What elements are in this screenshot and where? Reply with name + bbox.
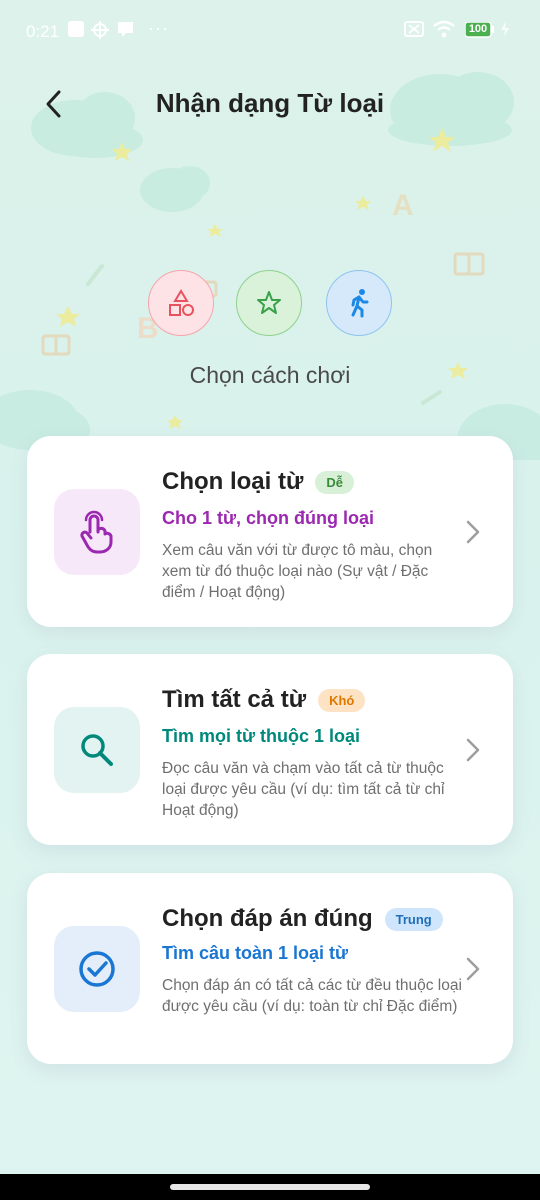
card-subtitle: Tìm câu toàn 1 loại từ bbox=[162, 943, 349, 963]
crosshair-icon bbox=[91, 21, 109, 44]
difficulty-badge-hard: Khó bbox=[318, 688, 366, 712]
star-icon bbox=[257, 291, 281, 314]
card-title-text: Tìm tất cả từ bbox=[162, 686, 307, 713]
card-title: Chọn đáp án đúng Trung bbox=[162, 905, 443, 933]
chevron-right-icon bbox=[466, 957, 480, 981]
choose-mode-heading: Chọn cách chơi bbox=[189, 362, 351, 388]
difficulty-badge-medium: Trung bbox=[384, 907, 443, 931]
page-title: Nhận dạng Từ loại bbox=[155, 88, 385, 118]
shapes-circle bbox=[148, 270, 214, 336]
more-dots-icon: ··· bbox=[148, 18, 169, 38]
shapes-icon bbox=[169, 289, 194, 316]
mode-card-find-all-words[interactable]: Tìm tất cả từ Khó Tìm mọi từ thuộc 1 loạ… bbox=[27, 654, 513, 845]
card-subtitle: Tìm mọi từ thuộc 1 loại bbox=[162, 726, 361, 746]
status-bar: 0:21 ··· 100 bbox=[0, 0, 540, 62]
card-icon-box bbox=[54, 489, 140, 575]
activity-circle bbox=[326, 270, 392, 336]
no-sim-icon bbox=[404, 21, 424, 42]
header: Nhận dạng Từ loại bbox=[0, 62, 540, 142]
notification-square-icon bbox=[68, 21, 84, 42]
status-time: 0:21 bbox=[26, 22, 60, 41]
chevron-right-icon bbox=[466, 520, 480, 544]
card-title: Tìm tất cả từ Khó bbox=[162, 686, 366, 714]
battery-icon: 100 bbox=[464, 21, 495, 43]
star-circle bbox=[236, 270, 302, 336]
wifi-icon bbox=[433, 20, 455, 43]
search-icon bbox=[81, 734, 113, 766]
system-nav-bar bbox=[0, 1174, 540, 1200]
mode-icons-row bbox=[0, 270, 540, 338]
card-icon-box bbox=[54, 707, 140, 793]
home-gesture-handle[interactable] bbox=[170, 1184, 370, 1190]
check-circle-icon bbox=[79, 951, 115, 987]
chevron-right-icon bbox=[466, 738, 480, 762]
card-title: Chọn loại từ Dễ bbox=[162, 468, 354, 496]
card-title-text: Chọn loại từ bbox=[162, 468, 304, 495]
difficulty-badge-easy: Dễ bbox=[315, 470, 354, 494]
card-subtitle: Cho 1 từ, chọn đúng loại bbox=[162, 508, 375, 528]
mode-card-choose-word-type[interactable]: Chọn loại từ Dễ Cho 1 từ, chọn đúng loại… bbox=[27, 436, 513, 627]
card-description: Xem câu văn với từ được tô màu, chọn xem… bbox=[162, 542, 433, 601]
running-person-icon bbox=[351, 289, 369, 318]
card-icon-box bbox=[54, 926, 140, 1012]
card-title-text: Chọn đáp án đúng bbox=[162, 905, 373, 932]
card-description: Chọn đáp án có tất cả các từ đều thuộc l… bbox=[162, 977, 462, 1015]
svg-text:A: A bbox=[392, 189, 414, 222]
battery-level: 100 bbox=[468, 23, 488, 35]
tap-hand-icon bbox=[80, 510, 113, 554]
charging-icon bbox=[500, 21, 510, 42]
message-icon bbox=[117, 21, 134, 43]
mode-card-choose-correct-answer[interactable]: Chọn đáp án đúng Trung Tìm câu toàn 1 lo… bbox=[27, 873, 513, 1064]
card-description: Đọc câu văn và chạm vào tất cả từ thuộc … bbox=[162, 760, 445, 819]
